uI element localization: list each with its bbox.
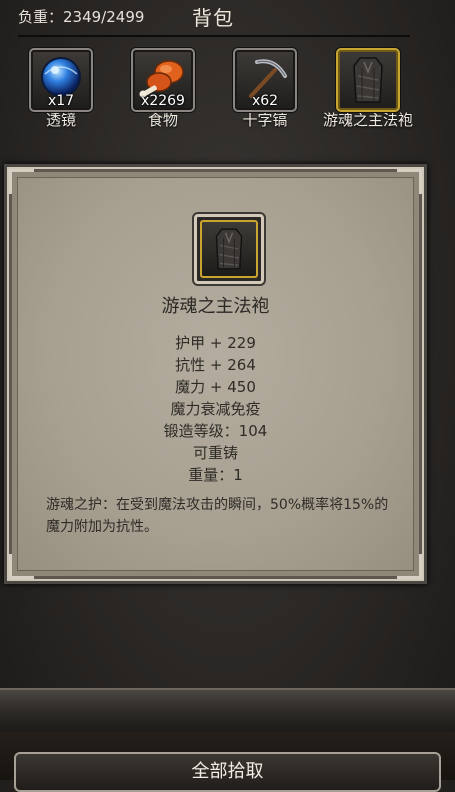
slot-count: x2269: [141, 93, 185, 109]
inventory-header: 负重：2349/2499 背包: [0, 0, 455, 37]
stat-forge-level: 锻造等级：104: [163, 422, 268, 440]
page-title: 背包: [192, 6, 234, 30]
item-description: 游魂之护：在受到魔法攻击的瞬间，50%概率将15%的魔力附加为抗性。: [46, 497, 389, 535]
stat-reforgeable: 可重铸: [192, 444, 238, 462]
stat-mana-decay-immune: 魔力衰减免疫: [170, 400, 261, 418]
inventory-slot-pickaxe[interactable]: x62 十字镐: [232, 48, 298, 130]
item-name: 游魂之主法袍: [161, 296, 270, 317]
item-detail-icon-inner: [200, 220, 258, 278]
inventory-slot-lens[interactable]: x17 透镜: [28, 48, 94, 130]
slot-frame: x2269: [131, 48, 195, 112]
inventory-slot-food[interactable]: x2269 食物: [130, 48, 196, 130]
slot-frame: x17: [29, 48, 93, 112]
slot-frame: x62: [233, 48, 297, 112]
pickup-all-button[interactable]: 全部拾取: [14, 752, 441, 792]
stat-mana: 魔力 + 450: [175, 378, 256, 396]
weight-capacity-text: 负重：2349/2499: [18, 8, 145, 26]
item-detail-content: 游魂之主法袍 护甲 + 229 抗性 + 264 魔力 + 450 魔力衰减免疫…: [17, 177, 414, 571]
header-divider: [18, 35, 410, 37]
item-detail-icon-frame: [194, 214, 264, 284]
stat-resistance: 抗性 + 264: [175, 356, 256, 374]
slot-count: x62: [251, 93, 279, 109]
robe-icon: [215, 228, 243, 270]
inventory-slot-robe[interactable]: 游魂之主法袍: [323, 48, 413, 130]
stat-armor: 护甲 + 229: [175, 334, 256, 352]
slot-frame-selected: [336, 48, 400, 112]
bottom-ornament-bar: [0, 688, 455, 736]
item-detail-panel: 游魂之主法袍 护甲 + 229 抗性 + 264 魔力 + 450 魔力衰减免疫…: [4, 164, 427, 584]
slot-count: x17: [47, 93, 75, 109]
robe-icon: [353, 57, 383, 103]
stat-weight: 重量：1: [188, 466, 243, 484]
